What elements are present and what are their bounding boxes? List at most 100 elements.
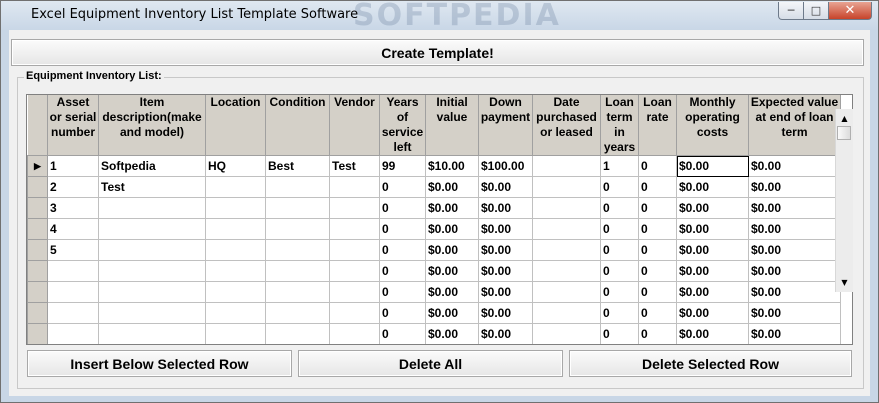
inventory-grid[interactable]: Asset or serial number Item description(m… — [26, 94, 853, 345]
grid-cell[interactable]: $0.00 — [676, 155, 749, 177]
row-selector[interactable] — [27, 176, 48, 198]
column-header[interactable]: Initial value — [425, 95, 479, 156]
grid-cell[interactable]: HQ — [205, 155, 266, 177]
grid-cell[interactable]: 0 — [379, 260, 426, 282]
grid-cell[interactable] — [532, 155, 601, 177]
grid-cell[interactable] — [265, 281, 330, 303]
grid-cell[interactable] — [329, 281, 380, 303]
grid-cell[interactable] — [47, 323, 99, 344]
column-header[interactable]: Down payment — [478, 95, 533, 156]
grid-cell[interactable] — [47, 302, 99, 324]
grid-cell[interactable] — [265, 323, 330, 344]
minimize-button[interactable]: ─ — [778, 2, 804, 20]
grid-cell[interactable] — [205, 260, 266, 282]
row-selector[interactable] — [27, 323, 48, 344]
insert-below-button[interactable]: Insert Below Selected Row — [27, 350, 292, 377]
grid-cell[interactable]: 0 — [638, 302, 677, 324]
grid-cell[interactable]: 1 — [47, 155, 99, 177]
table-row[interactable]: 0 $0.00 $0.00 0 0 $0.00 $0.00 — [27, 260, 841, 282]
grid-cell[interactable]: $0.00 — [748, 176, 841, 198]
row-selector[interactable] — [27, 281, 48, 303]
grid-cell[interactable]: 0 — [600, 302, 639, 324]
grid-cell[interactable]: Test — [329, 155, 380, 177]
grid-cell[interactable] — [265, 239, 330, 261]
grid-cell[interactable] — [532, 281, 601, 303]
column-header[interactable]: Monthly operating costs — [676, 95, 749, 156]
grid-cell[interactable]: $0.00 — [478, 323, 533, 344]
grid-cell[interactable]: $0.00 — [425, 260, 479, 282]
grid-cell[interactable]: 3 — [47, 197, 99, 219]
grid-cell[interactable]: Softpedia — [98, 155, 206, 177]
grid-cell[interactable] — [205, 197, 266, 219]
grid-cell[interactable]: $0.00 — [676, 218, 749, 240]
grid-cell[interactable]: $0.00 — [478, 218, 533, 240]
grid-cell[interactable]: 99 — [379, 155, 426, 177]
grid-cell[interactable] — [205, 323, 266, 344]
scroll-down-icon[interactable]: ▼ — [836, 275, 853, 290]
grid-cell[interactable]: $0.00 — [676, 302, 749, 324]
grid-cell[interactable]: 0 — [379, 323, 426, 344]
grid-cell[interactable]: 0 — [379, 197, 426, 219]
grid-cell[interactable]: 0 — [638, 239, 677, 261]
grid-cell[interactable]: $0.00 — [478, 260, 533, 282]
grid-cell[interactable] — [265, 197, 330, 219]
row-selector[interactable]: ▶ — [27, 155, 48, 177]
grid-cell[interactable] — [265, 302, 330, 324]
grid-cell[interactable]: $0.00 — [425, 197, 479, 219]
grid-cell[interactable]: 0 — [600, 323, 639, 344]
column-header[interactable]: Expected value at end of loan term — [748, 95, 841, 156]
grid-cell[interactable]: 0 — [638, 218, 677, 240]
grid-cell[interactable]: 0 — [379, 239, 426, 261]
grid-cell[interactable]: $0.00 — [676, 281, 749, 303]
table-row[interactable]: 5 0 $0.00 $0.00 0 0 $0.00 $0.00 — [27, 239, 841, 261]
column-header[interactable]: Vendor — [329, 95, 380, 156]
grid-cell[interactable]: 0 — [638, 176, 677, 198]
grid-cell[interactable]: 0 — [600, 197, 639, 219]
grid-cell[interactable] — [265, 176, 330, 198]
grid-cell[interactable]: $0.00 — [425, 239, 479, 261]
grid-cell[interactable]: $0.00 — [748, 218, 841, 240]
grid-cell[interactable]: $0.00 — [676, 197, 749, 219]
grid-cell[interactable]: $0.00 — [748, 323, 841, 344]
grid-cell[interactable] — [532, 302, 601, 324]
grid-cell[interactable] — [98, 323, 206, 344]
grid-cell[interactable] — [47, 281, 99, 303]
table-row[interactable]: 2 Test 0 $0.00 $0.00 0 0 $0.00 $0.00 — [27, 176, 841, 198]
grid-cell[interactable] — [98, 239, 206, 261]
row-selector[interactable] — [27, 218, 48, 240]
column-header[interactable]: Loan rate — [638, 95, 677, 156]
column-header[interactable]: Years of service left — [379, 95, 426, 156]
grid-cell[interactable]: Test — [98, 176, 206, 198]
grid-cell[interactable]: $0.00 — [425, 281, 479, 303]
grid-cell[interactable]: 4 — [47, 218, 99, 240]
table-row[interactable]: 4 0 $0.00 $0.00 0 0 $0.00 $0.00 — [27, 218, 841, 240]
grid-cell[interactable] — [329, 239, 380, 261]
grid-cell[interactable]: $0.00 — [748, 197, 841, 219]
grid-cell[interactable]: 5 — [47, 239, 99, 261]
grid-cell[interactable] — [205, 281, 266, 303]
grid-cell[interactable]: 2 — [47, 176, 99, 198]
grid-cell[interactable] — [98, 218, 206, 240]
close-button[interactable]: ✕ — [829, 2, 872, 20]
grid-cell[interactable] — [532, 239, 601, 261]
column-header[interactable]: Asset or serial number — [47, 95, 99, 156]
grid-cell[interactable]: $0.00 — [748, 155, 841, 177]
grid-cell[interactable]: $0.00 — [425, 176, 479, 198]
row-selector[interactable] — [27, 302, 48, 324]
title-bar[interactable]: SOFTPEDIA Excel Equipment Inventory List… — [1, 0, 878, 33]
grid-cell[interactable] — [265, 218, 330, 240]
grid-cell[interactable]: 0 — [600, 260, 639, 282]
grid-cell[interactable]: 0 — [600, 239, 639, 261]
grid-cell[interactable] — [205, 239, 266, 261]
grid-cell[interactable] — [329, 197, 380, 219]
row-selector[interactable] — [27, 260, 48, 282]
column-header[interactable]: Date purchased or leased — [532, 95, 601, 156]
grid-cell[interactable]: $0.00 — [748, 239, 841, 261]
column-header[interactable]: Item description(make and model) — [98, 95, 206, 156]
grid-cell[interactable]: $0.00 — [425, 302, 479, 324]
column-header[interactable]: Loan term in years — [600, 95, 639, 156]
grid-cell[interactable]: $0.00 — [748, 302, 841, 324]
grid-cell[interactable] — [98, 260, 206, 282]
table-row[interactable]: 0 $0.00 $0.00 0 0 $0.00 $0.00 — [27, 323, 841, 344]
column-header[interactable]: Condition — [265, 95, 330, 156]
